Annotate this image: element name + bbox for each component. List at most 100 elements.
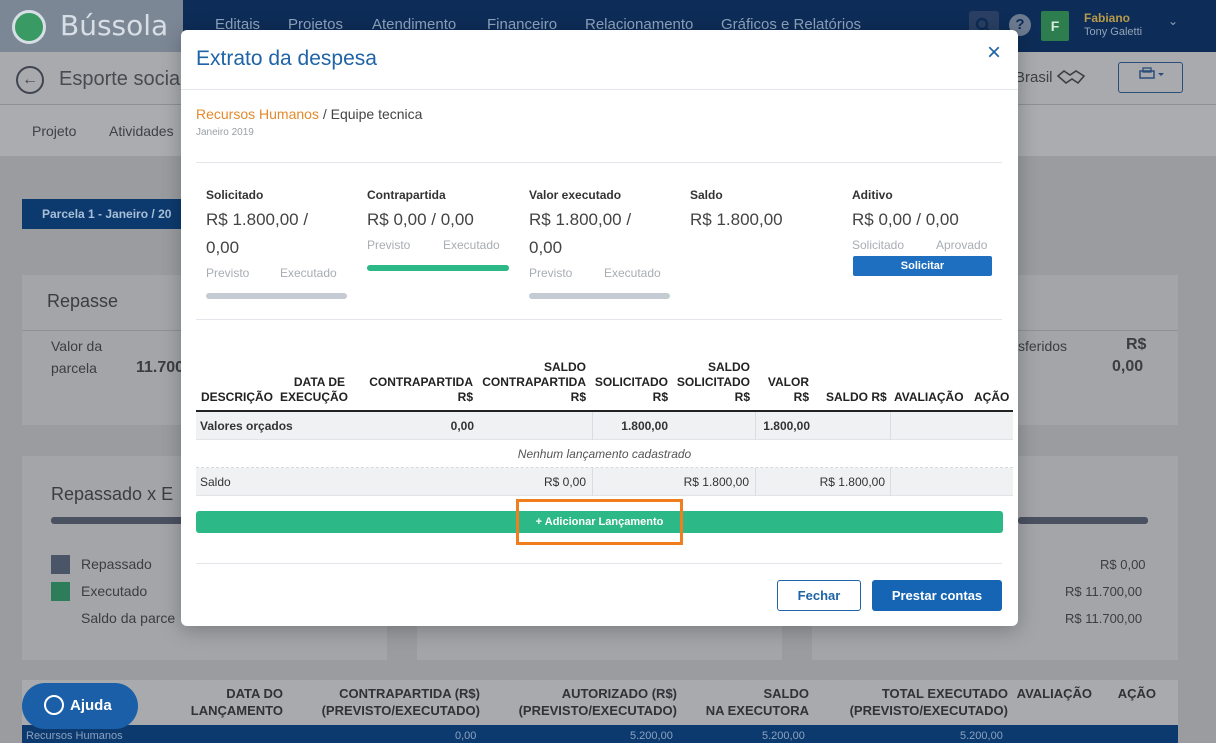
table-row: Valores orçados 0,00 1.800,00 1.800,00 <box>196 412 1013 440</box>
aditivo-label: Aditivo <box>852 188 893 202</box>
progress-fill <box>367 265 509 271</box>
bottom-row-value-4: 5.200,00 <box>960 730 1003 742</box>
contrapartida-caption-executado: Executado <box>443 238 500 252</box>
print-button[interactable] <box>1118 62 1183 93</box>
transferidos-value: 0,00 <box>1112 358 1144 375</box>
valor-executado-progress-bar <box>529 293 670 299</box>
bottom-row-value-2: 5.200,00 <box>630 730 673 742</box>
bottom-header-saldo: SALDO NA EXECUTORA <box>705 686 809 718</box>
chart-bar-left <box>51 517 186 524</box>
bottom-row-label: Recursos Humanos <box>26 730 123 742</box>
user-avatar[interactable]: F <box>1041 11 1069 41</box>
th-solicitado: SOLICITADO R$ <box>594 375 668 404</box>
breadcrumb: Recursos Humanos / Equipe tecnica <box>196 106 422 122</box>
th-contrapartida: CONTRAPARTIDA R$ <box>369 375 473 404</box>
row-saldo-valor: R$ 1.800,00 <box>819 475 885 489</box>
th-acao: AÇÃO <box>974 390 1010 404</box>
handshake-icon[interactable] <box>1056 66 1086 88</box>
expense-statement-modal: Extrato da despesa × Recursos Humanos / … <box>181 30 1018 626</box>
saldo-value: R$ 1.800,00 <box>690 210 783 229</box>
cell-divider <box>592 412 593 440</box>
tab-projeto[interactable]: Projeto <box>32 123 76 139</box>
saldo-label: Saldo <box>690 188 723 202</box>
arrow-left-icon: ← <box>22 71 38 88</box>
submit-accounts-button[interactable]: Prestar contas <box>872 580 1002 611</box>
valor-parcela-label-line2: parcela <box>51 360 97 376</box>
row-orcados-label: Valores orçados <box>200 419 293 433</box>
right-value-2: R$ 11.700,00 <box>1065 584 1143 599</box>
legend-label-executado: Executado <box>81 583 148 599</box>
user-name[interactable]: Fabiano <box>1084 11 1130 25</box>
cell-divider <box>755 468 756 496</box>
transferidos-label: sferidos <box>1018 338 1068 354</box>
summary-top-divider <box>196 162 1002 163</box>
row-saldo-solicitado: R$ 1.800,00 <box>683 475 749 489</box>
bottom-header-total: TOTAL EXECUTADO (PREVISTO/EXECUTADO) <box>849 686 1008 718</box>
solicitado-caption-executado: Executado <box>280 266 337 280</box>
highlight-box <box>516 499 683 545</box>
bottom-header-acao: AÇÃO <box>1117 686 1156 701</box>
solicitar-aditivo-button[interactable]: Solicitar <box>853 256 992 276</box>
row-orcados-contrapartida: 0,00 <box>450 419 474 433</box>
breadcrumb-category[interactable]: Recursos Humanos <box>196 106 319 122</box>
cell-divider <box>890 468 891 496</box>
app-logo-text: Bússola <box>60 9 169 42</box>
valor-executado-label: Valor executado <box>529 188 622 202</box>
row-saldo-label: Saldo <box>200 475 231 489</box>
help-chat-button[interactable]: Ajuda <box>22 683 138 729</box>
right-value-3: R$ 11.700,00 <box>1065 611 1143 626</box>
th-valor: VALOR R$ <box>767 375 809 404</box>
cell-divider <box>890 412 891 440</box>
modal-title: Extrato da despesa <box>196 47 377 70</box>
valor-parcela-value: 11.700 <box>136 359 185 376</box>
chevron-down-icon[interactable]: ⌄ <box>1168 14 1178 28</box>
th-descricao: DESCRIÇÃO <box>201 390 274 404</box>
bottom-header-data: DATA DO LANÇAMENTO <box>190 686 283 718</box>
bottom-header-avaliacao: AVALIAÇÃO <box>1016 686 1092 701</box>
valor-executado-caption-previsto: Previsto <box>529 266 573 280</box>
page-title: Esporte socia <box>59 68 181 90</box>
footer-divider <box>196 563 1002 564</box>
repasse-title: Repasse <box>47 291 119 311</box>
period-label: Janeiro 2019 <box>196 127 254 138</box>
legend-swatch-repassado <box>51 555 70 574</box>
empty-message: Nenhum lançamento cadastrado <box>517 447 692 461</box>
transferidos-currency: R$ <box>1126 336 1147 353</box>
tab-atividades[interactable]: Atividades <box>109 123 174 139</box>
th-saldo-contrapartida: SALDO CONTRAPARTIDA R$ <box>482 360 586 404</box>
chart-bar-right <box>1018 517 1148 524</box>
solicitado-value-line1: R$ 1.800,00 / <box>206 210 309 229</box>
modal-header-divider <box>181 89 1018 90</box>
user-organization: Tony Galetti <box>1084 26 1143 38</box>
contrapartida-caption-previsto: Previsto <box>367 238 411 252</box>
bottom-header-autorizado: AUTORIZADO (R$) (PREVISTO/EXECUTADO) <box>518 686 677 718</box>
compass-logo-icon <box>12 10 46 44</box>
table-row: Nenhum lançamento cadastrado <box>196 440 1013 468</box>
table-row <box>22 725 1178 743</box>
valor-executado-value-line2: 0,00 <box>529 238 563 257</box>
row-orcados-solicitado: 1.800,00 <box>621 419 668 433</box>
parcela-selector-button[interactable]: Parcela 1 - Janeiro / 20 <box>22 199 192 229</box>
breadcrumb-subcategory: Equipe tecnica <box>330 106 423 122</box>
th-saldo-rs: SALDO R$ <box>826 390 887 404</box>
solicitado-progress-bar <box>206 293 347 299</box>
solicitado-label: Solicitado <box>206 188 264 202</box>
contrapartida-label: Contrapartida <box>367 188 446 202</box>
th-data-execucao: DATA DE EXECUÇÃO <box>280 375 349 404</box>
chat-bubble-icon <box>44 695 64 715</box>
legend-label-repassado: Repassado <box>81 556 152 572</box>
close-icon[interactable]: × <box>987 41 1001 65</box>
back-button[interactable]: ← <box>16 66 44 94</box>
saldo-parcela-label: Saldo da parce <box>81 610 176 626</box>
solicitado-caption-previsto: Previsto <box>206 266 250 280</box>
valor-parcela-label-line1: Valor da <box>51 338 103 354</box>
close-button[interactable]: Fechar <box>777 580 861 611</box>
contrapartida-progress-bar <box>367 265 509 271</box>
summary-bottom-divider <box>196 319 1002 320</box>
bottom-row-value-1: 0,00 <box>455 730 477 742</box>
printer-icon <box>1138 67 1164 79</box>
cell-divider <box>755 412 756 440</box>
legend-swatch-executado <box>51 582 70 601</box>
th-avaliacao: AVALIAÇÃO <box>894 390 964 404</box>
cell-divider <box>592 468 593 496</box>
